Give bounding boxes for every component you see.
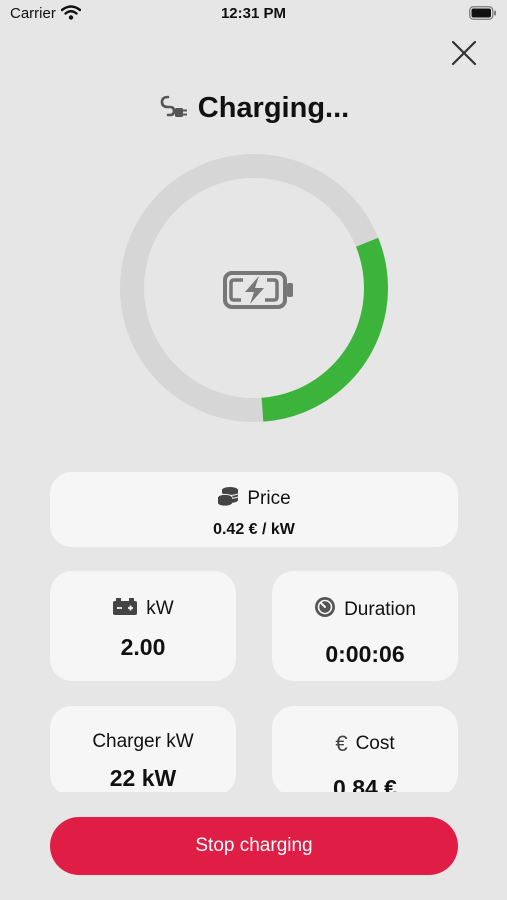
charger-kw-label: Charger kW [92, 731, 194, 752]
duration-label: Duration [344, 599, 416, 620]
cost-card: € Cost 0.84 € [272, 706, 458, 801]
plug-icon [158, 90, 190, 127]
battery-charging-icon [223, 271, 293, 309]
price-label: Price [247, 488, 291, 509]
close-button[interactable] [451, 40, 477, 66]
page-title: Charging... [197, 92, 350, 124]
price-value: 0.42 € / kW [213, 521, 295, 538]
car-battery-icon [112, 596, 138, 622]
stop-charging-button[interactable]: Stop charging [50, 817, 458, 875]
charger-kw-value: 22 kW [109, 765, 177, 791]
cost-label: Cost [355, 733, 395, 754]
euro-icon: € [335, 731, 348, 756]
coins-icon [217, 486, 239, 512]
status-bar: Carrier 12:31 PM [0, 0, 507, 30]
timer-icon [314, 596, 336, 624]
close-icon [451, 40, 477, 66]
clock: 12:31 PM [220, 5, 287, 22]
page-header: Charging... [0, 90, 507, 127]
charger-kw-card: Charger kW 22 kW [50, 706, 236, 796]
price-card: Price 0.42 € / kW [50, 472, 458, 547]
kw-value: 2.00 [120, 634, 166, 660]
duration-card: Duration 0:00:06 [272, 571, 458, 681]
battery-status-icon [469, 6, 497, 25]
kw-card: kW 2.00 [50, 571, 236, 681]
charging-progress-ring [120, 154, 388, 422]
kw-label: kW [146, 598, 174, 619]
duration-value: 0:00:06 [325, 641, 405, 667]
